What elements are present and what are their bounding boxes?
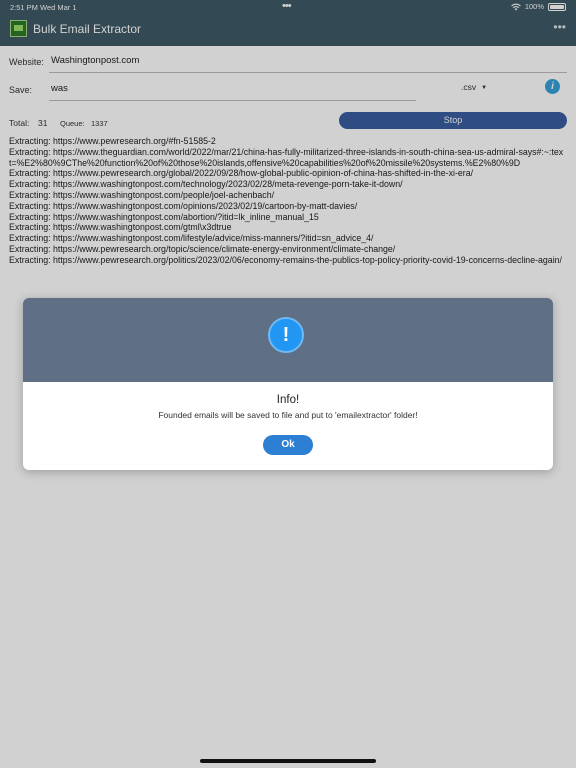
dialog-message: Founded emails will be saved to file and… [158,410,418,420]
dialog-header: ! [23,298,553,382]
info-dialog: ! Info! Founded emails will be saved to … [23,298,553,470]
home-indicator[interactable] [200,759,376,763]
alert-icon: ! [268,317,304,353]
dialog-title: Info! [276,394,300,406]
ok-button[interactable]: Ok [263,435,313,455]
